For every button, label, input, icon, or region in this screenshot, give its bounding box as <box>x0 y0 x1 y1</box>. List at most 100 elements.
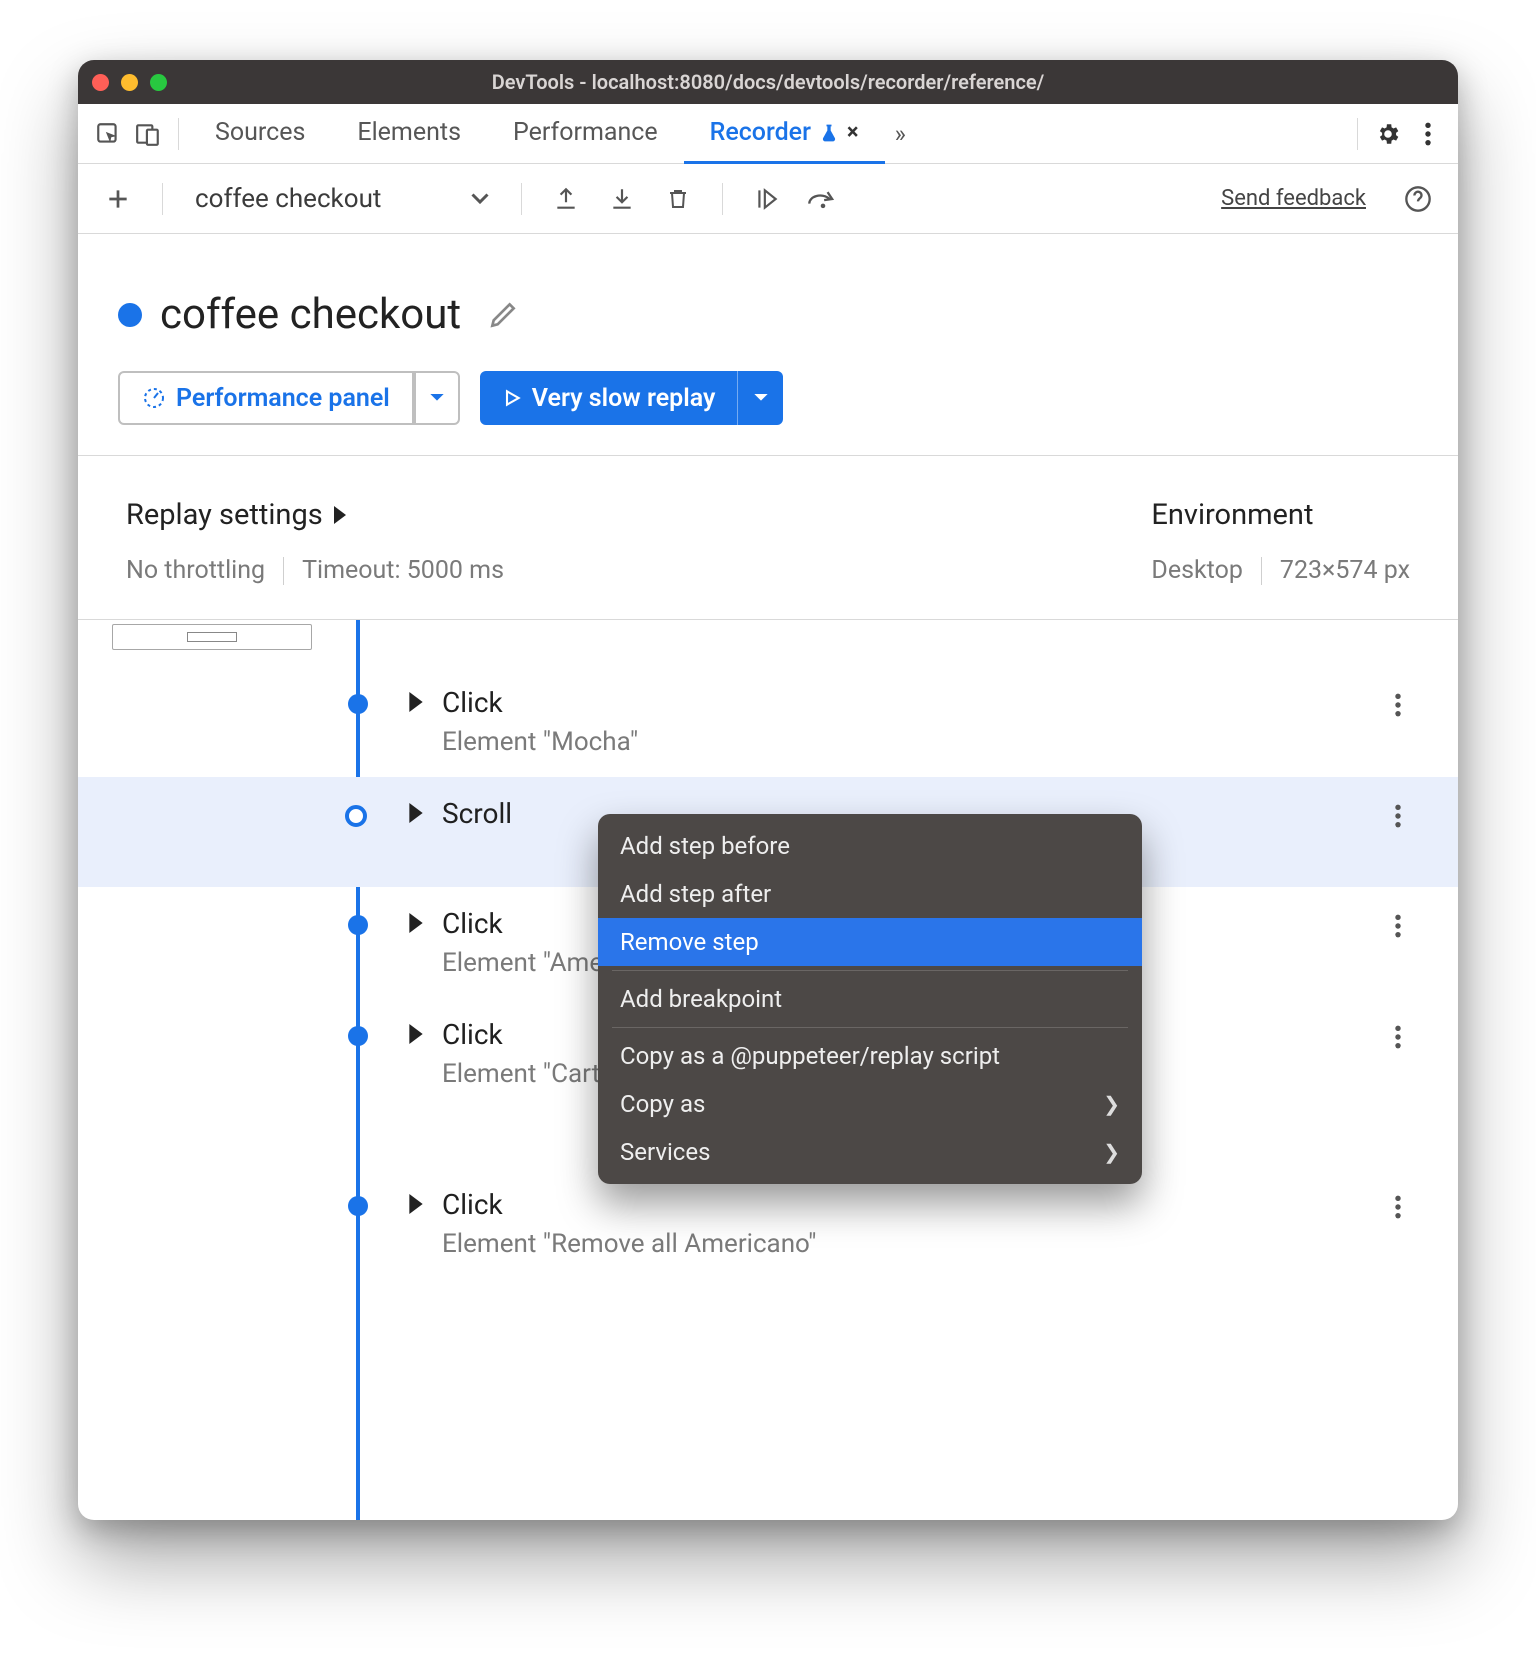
step-more-icon[interactable] <box>1378 913 1418 939</box>
button-label: Performance panel <box>176 384 390 413</box>
export-icon[interactable] <box>544 177 588 221</box>
menu-item-label: Copy as <box>620 1090 705 1118</box>
import-icon[interactable] <box>600 177 644 221</box>
delete-icon[interactable] <box>656 177 700 221</box>
more-tabs-icon[interactable]: » <box>885 120 916 148</box>
context-menu-item[interactable]: Add step after <box>598 870 1142 918</box>
divider <box>521 183 522 215</box>
recording-dropdown[interactable]: coffee checkout <box>185 184 499 214</box>
play-icon <box>502 388 522 408</box>
step-more-icon[interactable] <box>1378 1024 1418 1050</box>
devtools-window: DevTools - localhost:8080/docs/devtools/… <box>78 60 1458 1520</box>
tab-recorder[interactable]: Recorder × <box>684 104 885 164</box>
step-play-icon[interactable] <box>745 177 789 221</box>
expand-step-icon[interactable] <box>408 1194 424 1214</box>
menu-item-label: Add step before <box>620 832 790 860</box>
close-tab-icon[interactable]: × <box>847 120 859 145</box>
recorder-toolbar: coffee checkout Send feedback <box>78 164 1458 234</box>
step-node-icon <box>348 1196 368 1216</box>
tab-sources[interactable]: Sources <box>189 104 331 164</box>
chevron-right-icon: ❯ <box>1103 1140 1120 1164</box>
zoom-window-button[interactable] <box>150 74 167 91</box>
environment-settings: Environment Desktop 723×574 px <box>1151 498 1410 585</box>
performance-panel-button[interactable]: Performance panel <box>118 371 460 425</box>
context-menu-item[interactable]: Add breakpoint <box>598 975 1142 1023</box>
titlebar: DevTools - localhost:8080/docs/devtools/… <box>78 60 1458 104</box>
step-title: Click <box>442 686 1378 719</box>
step-title: Click <box>442 1188 1378 1221</box>
recording-header: coffee checkout Performance panel Very s… <box>78 234 1458 456</box>
recording-indicator-icon <box>118 303 142 327</box>
tab-label: Sources <box>215 118 305 147</box>
throttling-value: No throttling <box>126 556 265 585</box>
chevron-down-icon <box>471 192 489 206</box>
minimize-window-button[interactable] <box>121 74 138 91</box>
tab-elements[interactable]: Elements <box>331 104 487 164</box>
expand-step-icon[interactable] <box>408 803 424 823</box>
divider <box>722 183 723 215</box>
menu-item-label: Remove step <box>620 928 759 956</box>
gauge-icon <box>142 386 166 410</box>
kebab-menu-icon[interactable] <box>1408 114 1448 154</box>
divider <box>178 118 179 150</box>
menu-item-label: Add breakpoint <box>620 985 782 1013</box>
device-toggle-icon[interactable] <box>128 114 168 154</box>
step-more-icon[interactable] <box>1378 1194 1418 1220</box>
send-feedback-link[interactable]: Send feedback <box>1221 186 1366 211</box>
settings-icon[interactable] <box>1368 114 1408 154</box>
step-subtitle: Element "Mocha" <box>442 727 1378 757</box>
replay-button[interactable]: Very slow replay <box>480 371 784 425</box>
context-menu-item[interactable]: Add step before <box>598 822 1142 870</box>
timeout-value: Timeout: 5000 ms <box>302 556 504 585</box>
inspect-icon[interactable] <box>88 114 128 154</box>
context-menu-item[interactable]: Services ❯ <box>598 1128 1142 1176</box>
settings-row: Replay settings No throttling Timeout: 5… <box>78 456 1458 620</box>
recording-name: coffee checkout <box>195 184 381 214</box>
expand-step-icon[interactable] <box>408 1024 424 1044</box>
step-node-icon <box>348 1026 368 1046</box>
tab-performance[interactable]: Performance <box>487 104 684 164</box>
window-title: DevTools - localhost:8080/docs/devtools/… <box>78 70 1458 94</box>
timeline: Click Element "Mocha" Scroll Click Eleme… <box>78 620 1458 1520</box>
tab-label: Recorder <box>710 118 811 147</box>
timeline-step[interactable]: Click Element "Remove all Americano" <box>78 1168 1458 1279</box>
timeline-step[interactable]: Click Element "Mocha" <box>78 666 1458 777</box>
menu-item-label: Services <box>620 1138 710 1166</box>
traffic-lights <box>92 74 167 91</box>
context-menu-item[interactable]: Copy as a @puppeteer/replay script <box>598 1032 1142 1080</box>
expand-step-icon[interactable] <box>408 913 424 933</box>
divider <box>283 557 284 585</box>
replay-settings-label: Replay settings <box>126 498 323 532</box>
step-node-icon <box>348 915 368 935</box>
divider <box>162 183 163 215</box>
step-over-icon[interactable] <box>801 177 845 221</box>
menu-item-label: Add step after <box>620 880 771 908</box>
step-more-icon[interactable] <box>1378 803 1418 829</box>
step-node-icon <box>348 694 368 714</box>
flask-icon <box>819 123 839 143</box>
viewport-value: 723×574 px <box>1280 556 1410 585</box>
chevron-right-icon: ❯ <box>1103 1092 1120 1116</box>
device-value: Desktop <box>1151 556 1242 585</box>
edit-title-icon[interactable] <box>487 299 519 331</box>
menu-item-label: Copy as a @puppeteer/replay script <box>620 1042 1000 1070</box>
divider <box>1357 118 1358 150</box>
step-subtitle: Element "Remove all Americano" <box>442 1229 1378 1259</box>
context-menu-item[interactable]: Remove step <box>598 918 1142 966</box>
screenshot-thumbnail[interactable] <box>112 624 312 650</box>
step-more-icon[interactable] <box>1378 692 1418 718</box>
replay-settings[interactable]: Replay settings No throttling Timeout: 5… <box>126 498 504 585</box>
environment-label: Environment <box>1151 498 1410 532</box>
divider <box>1261 557 1262 585</box>
recording-title: coffee checkout <box>160 290 461 339</box>
new-recording-button[interactable] <box>96 177 140 221</box>
step-node-icon <box>345 805 367 827</box>
expand-step-icon[interactable] <box>408 692 424 712</box>
step-context-menu: Add step before Add step after Remove step… <box>598 814 1142 1184</box>
help-icon[interactable] <box>1396 177 1440 221</box>
performance-panel-dropdown[interactable] <box>414 371 460 425</box>
context-menu-item[interactable]: Copy as ❯ <box>598 1080 1142 1128</box>
close-window-button[interactable] <box>92 74 109 91</box>
replay-speed-dropdown[interactable] <box>737 371 783 425</box>
caret-right-icon <box>333 506 347 524</box>
